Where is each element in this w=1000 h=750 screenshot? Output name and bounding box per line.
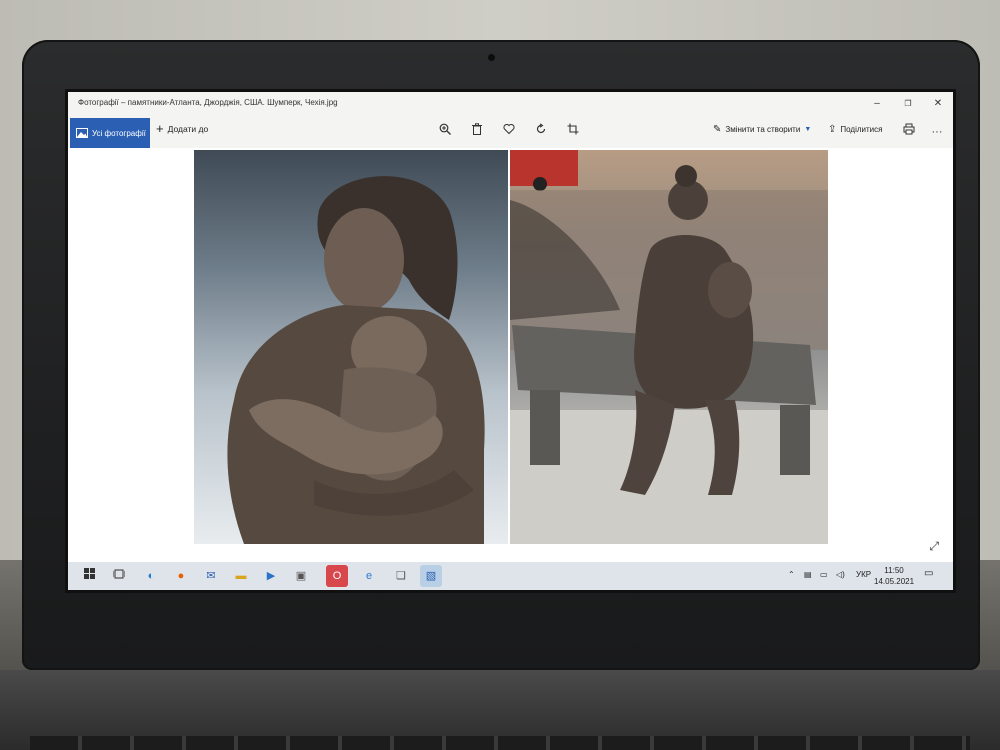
chevron-down-icon: ▼	[804, 126, 812, 133]
webcam	[488, 54, 495, 61]
photo-bust-mother-baby	[194, 150, 508, 544]
all-photos-button[interactable]: Усі фотографії	[70, 118, 150, 148]
add-to-button[interactable]: + Додати до	[156, 121, 209, 136]
add-to-label: Додати до	[167, 124, 209, 134]
clock-time: 11:50	[884, 566, 904, 575]
photo-statue-on-bench	[510, 150, 828, 544]
more-options-icon[interactable]: ···	[928, 123, 946, 141]
rotate-icon[interactable]	[532, 123, 550, 141]
mail-icon[interactable]: ✉	[200, 565, 222, 587]
plus-icon: +	[156, 121, 164, 136]
crop-icon[interactable]	[564, 123, 582, 141]
taskbar: ◐ ● ✉ ▬ ▶ ▣ O e ❏ ▧ ⌃ ▤ ▭ ◁) УКР 11:50 1…	[68, 562, 953, 590]
print-icon[interactable]	[900, 123, 918, 141]
expand-icon[interactable]: ⤢	[929, 539, 939, 554]
internet-explorer-icon[interactable]: e	[358, 565, 380, 587]
edge-icon[interactable]: ◐	[140, 565, 162, 587]
bench-statue-image	[510, 150, 828, 544]
minimize-button[interactable]: –	[863, 96, 891, 112]
screen: Фотографії – памятники-Атланта, Джорджія…	[68, 92, 953, 590]
file-explorer-icon[interactable]: ▬	[230, 565, 252, 587]
maximize-button[interactable]: ❐	[894, 96, 922, 112]
share-icon: ⇪	[828, 124, 837, 135]
zoom-icon[interactable]	[436, 123, 454, 141]
share-label: Поділитися	[840, 125, 883, 134]
volume-icon[interactable]: ◁)	[836, 570, 845, 579]
language-indicator[interactable]: УКР	[856, 570, 871, 579]
notifications-icon[interactable]: ▭	[924, 568, 933, 579]
photos-icon	[76, 128, 88, 138]
battery-icon[interactable]: ▭	[820, 570, 828, 579]
title-bar: Фотографії – памятники-Атланта, Джорджія…	[68, 92, 953, 116]
clock[interactable]: 11:50 14.05.2021	[874, 565, 914, 587]
firefox-icon[interactable]: ●	[170, 565, 192, 587]
keyboard	[30, 736, 970, 750]
toolbar: Усі фотографії + Додати до ✎ Змінити та …	[68, 116, 953, 148]
bust-sculpture-image	[227, 176, 485, 544]
task-view-icon[interactable]	[108, 565, 130, 587]
window-title: Фотографії – памятники-Атланта, Джорджія…	[78, 98, 338, 107]
edit-and-create-button[interactable]: ✎ Змінити та створити ▼	[713, 124, 811, 135]
delete-icon[interactable]	[468, 123, 486, 141]
windows-start-icon[interactable]	[78, 565, 100, 587]
photos-icon[interactable]: ▧	[420, 565, 442, 587]
media-player-icon[interactable]: ▶	[260, 565, 282, 587]
chevron-up-icon[interactable]: ⌃	[788, 570, 795, 579]
share-button[interactable]: ⇪ Поділитися	[828, 124, 882, 135]
all-photos-label: Усі фотографії	[92, 128, 146, 138]
store-icon[interactable]: ▣	[290, 565, 312, 587]
heart-icon[interactable]	[500, 123, 518, 141]
clock-date: 14.05.2021	[874, 577, 915, 586]
edit-create-icon: ✎	[713, 124, 722, 135]
network-icon[interactable]: ▤	[804, 570, 812, 579]
opera-icon[interactable]: O	[326, 565, 348, 587]
photo-viewer[interactable]: ⤢	[68, 148, 953, 562]
close-button[interactable]: ✕	[924, 96, 952, 112]
files-icon[interactable]: ❏	[390, 565, 412, 587]
edit-and-create-label: Змінити та створити	[725, 125, 801, 134]
